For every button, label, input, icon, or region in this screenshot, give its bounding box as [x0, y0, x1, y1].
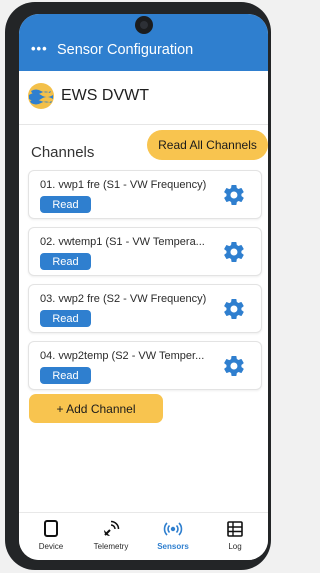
nav-item-log[interactable]: Log — [205, 513, 265, 560]
nav-item-telemetry[interactable]: Telemetry — [81, 513, 141, 560]
channel-name: 01. vwp1 fre (S1 - VW Frequency) — [40, 179, 207, 191]
nav-item-device[interactable]: Device — [21, 513, 81, 560]
gear-icon[interactable] — [222, 297, 246, 321]
channel-card: 01. vwp1 fre (S1 - VW Frequency) Read — [28, 170, 262, 219]
gear-icon[interactable] — [222, 183, 246, 207]
phone-frame: ••• Sensor Configuration EWS DVWT Channe… — [5, 2, 271, 570]
nav-label: Log — [228, 542, 242, 551]
read-button[interactable]: Read — [40, 196, 91, 213]
channel-card: 04. vwp2temp (S2 - VW Temper... Read — [28, 341, 262, 390]
app-screen: ••• Sensor Configuration EWS DVWT Channe… — [19, 14, 268, 560]
read-button[interactable]: Read — [40, 253, 91, 270]
channel-name: 04. vwp2temp (S2 - VW Temper... — [40, 350, 205, 362]
log-icon — [227, 521, 243, 537]
nav-label: Device — [38, 542, 64, 551]
satellite-icon — [104, 520, 120, 536]
brand-header: EWS DVWT — [19, 71, 268, 125]
channel-name: 02. vwtemp1 (S1 - VW Tempera... — [40, 236, 205, 248]
channels-heading: Channels — [31, 144, 95, 161]
menu-button[interactable]: ••• — [31, 41, 48, 56]
gear-icon[interactable] — [222, 354, 246, 378]
ews-logo-icon — [28, 83, 54, 109]
brand-name: EWS DVWT — [61, 87, 149, 104]
read-button[interactable]: Read — [40, 310, 91, 327]
camera-notch — [135, 16, 153, 34]
nav-item-sensors[interactable]: Sensors — [143, 513, 203, 560]
nav-label: Sensors — [157, 542, 189, 551]
read-button[interactable]: Read — [40, 367, 91, 384]
channel-card: 03. vwp2 fre (S2 - VW Frequency) Read — [28, 284, 262, 333]
read-all-channels-button[interactable]: Read All Channels — [147, 130, 268, 160]
nav-label: Telemetry — [93, 542, 129, 551]
phone-icon — [44, 520, 58, 537]
channel-card: 02. vwtemp1 (S1 - VW Tempera... Read — [28, 227, 262, 276]
bottom-nav: Device Telemetry Sensors Log — [19, 512, 268, 560]
channel-name: 03. vwp2 fre (S2 - VW Frequency) — [40, 293, 207, 305]
signal-icon — [163, 522, 183, 536]
gear-icon[interactable] — [222, 240, 246, 264]
page-title: Sensor Configuration — [57, 42, 194, 58]
add-channel-button[interactable]: + Add Channel — [29, 394, 163, 423]
